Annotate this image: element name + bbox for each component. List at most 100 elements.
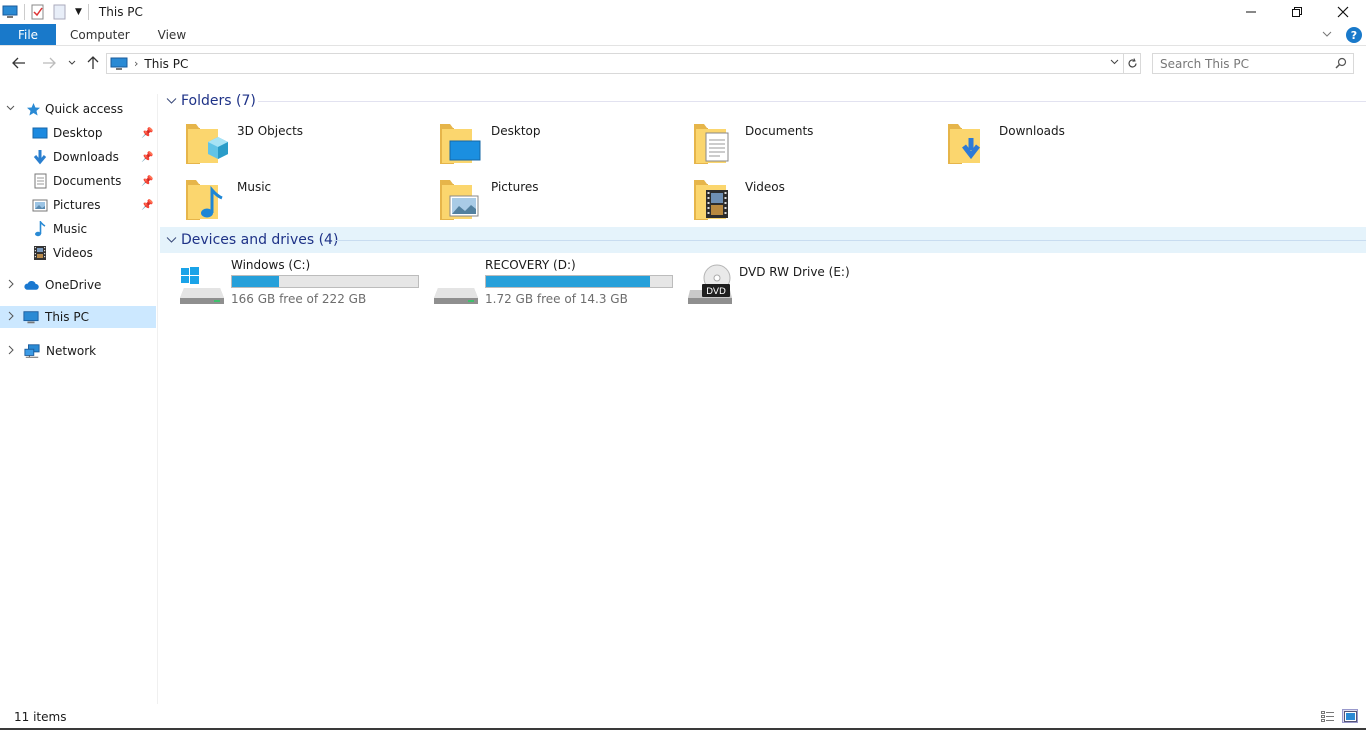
sidebar-item-network[interactable]: Network bbox=[0, 340, 156, 362]
drive-item-windows-c[interactable]: Windows (C:) 166 GB free of 222 GB bbox=[178, 258, 428, 308]
folder-item-pictures[interactable]: Pictures bbox=[438, 176, 678, 228]
drive-usage-fill bbox=[486, 276, 650, 287]
3d-objects-folder-icon bbox=[186, 124, 228, 164]
navigation-bar: › This PC bbox=[0, 48, 1366, 78]
music-folder-icon bbox=[186, 180, 223, 220]
collapsed-chevron-icon[interactable] bbox=[7, 311, 15, 324]
search-icon[interactable] bbox=[1335, 57, 1347, 72]
tab-view[interactable]: View bbox=[144, 24, 200, 45]
folder-item-music[interactable]: Music bbox=[184, 176, 424, 228]
minimize-button[interactable] bbox=[1228, 0, 1274, 24]
drive-usage-bar bbox=[485, 275, 673, 288]
quick-access-toolbar: ▼ This PC bbox=[0, 0, 143, 24]
customize-qat-dropdown-icon[interactable]: ▼ bbox=[75, 7, 82, 17]
window-title: This PC bbox=[98, 5, 143, 19]
breadcrumb-separator-icon[interactable]: › bbox=[134, 57, 138, 70]
properties-icon[interactable] bbox=[31, 4, 45, 20]
help-icon[interactable]: ? bbox=[1346, 27, 1362, 43]
sidebar-item-onedrive[interactable]: OneDrive bbox=[0, 274, 156, 296]
group-title: Devices and drives (4) bbox=[181, 232, 339, 248]
qat-separator bbox=[24, 4, 25, 20]
sidebar-item-documents[interactable]: Documents 📌 bbox=[0, 170, 156, 192]
folder-item-downloads[interactable]: Downloads bbox=[946, 120, 1186, 172]
pictures-folder-icon bbox=[440, 180, 479, 220]
group-collapse-chevron-icon[interactable] bbox=[166, 95, 177, 108]
back-button[interactable] bbox=[10, 54, 28, 72]
computer-icon bbox=[110, 57, 128, 71]
expanded-chevron-icon[interactable] bbox=[6, 103, 15, 115]
refresh-button[interactable] bbox=[1124, 53, 1141, 74]
sidebar-item-music[interactable]: Music bbox=[0, 218, 156, 240]
folder-label: Downloads bbox=[999, 124, 1065, 138]
pin-icon[interactable]: 📌 bbox=[141, 200, 153, 211]
drive-item-recovery-d[interactable]: RECOVERY (D:) 1.72 GB free of 14.3 GB bbox=[432, 258, 682, 308]
desktop-folder-icon bbox=[440, 124, 481, 164]
new-folder-icon[interactable] bbox=[53, 4, 67, 20]
sidebar-item-downloads[interactable]: Downloads 📌 bbox=[0, 146, 156, 168]
address-bar[interactable]: › This PC bbox=[106, 53, 1124, 74]
pin-icon[interactable]: 📌 bbox=[141, 176, 153, 187]
tab-computer[interactable]: Computer bbox=[56, 24, 144, 45]
hard-drive-icon bbox=[434, 288, 478, 304]
large-icons-view-icon bbox=[1343, 710, 1357, 722]
collapsed-chevron-icon[interactable] bbox=[7, 279, 15, 292]
search-box[interactable] bbox=[1152, 53, 1354, 74]
search-input[interactable] bbox=[1160, 56, 1330, 71]
document-icon bbox=[32, 173, 48, 189]
close-button[interactable] bbox=[1320, 0, 1366, 24]
computer-icon bbox=[2, 5, 18, 19]
up-arrow-icon bbox=[87, 56, 99, 69]
view-toggles bbox=[1320, 709, 1358, 723]
address-dropdown-icon[interactable] bbox=[1110, 55, 1119, 68]
refresh-icon bbox=[1127, 58, 1137, 68]
window-controls bbox=[1228, 0, 1366, 24]
cloud-icon bbox=[23, 277, 39, 293]
sidebar-item-label: Quick access bbox=[45, 102, 124, 116]
recent-locations-button[interactable] bbox=[66, 54, 78, 72]
sidebar-item-quick-access[interactable]: Quick access bbox=[0, 98, 156, 120]
folder-item-videos[interactable]: Videos bbox=[692, 176, 932, 228]
details-view-icon bbox=[1321, 710, 1334, 722]
downloads-folder-icon bbox=[948, 124, 980, 164]
tab-file[interactable]: File bbox=[0, 24, 56, 45]
folder-label: Videos bbox=[745, 180, 785, 194]
navigation-pane: Quick access Desktop 📌 Downloads 📌 Docum… bbox=[0, 94, 158, 704]
expand-ribbon-chevron-icon[interactable] bbox=[1322, 30, 1332, 41]
drive-item-dvd-rw-e[interactable]: DVD DVD RW Drive (E:) bbox=[686, 258, 936, 308]
sidebar-item-label: Pictures bbox=[53, 198, 101, 212]
chevron-down-icon bbox=[68, 60, 76, 65]
forward-button[interactable] bbox=[40, 54, 58, 72]
dvd-drive-icon: DVD bbox=[688, 264, 732, 304]
folder-item-desktop[interactable]: Desktop bbox=[438, 120, 678, 172]
pin-icon[interactable]: 📌 bbox=[141, 152, 153, 163]
sidebar-item-desktop[interactable]: Desktop 📌 bbox=[0, 122, 156, 144]
collapsed-chevron-icon[interactable] bbox=[7, 345, 15, 358]
sidebar-item-this-pc[interactable]: This PC bbox=[0, 306, 156, 328]
breadcrumb-this-pc[interactable]: This PC bbox=[144, 57, 188, 71]
sidebar-item-label: Desktop bbox=[53, 126, 103, 140]
sidebar-item-label: OneDrive bbox=[45, 278, 102, 292]
picture-icon bbox=[32, 197, 48, 213]
up-button[interactable] bbox=[84, 54, 102, 72]
music-note-icon bbox=[32, 221, 48, 237]
group-title: Folders (7) bbox=[181, 93, 256, 109]
folder-label: Pictures bbox=[491, 180, 539, 194]
file-list-pane: Folders (7) 3D Objects Desktop Documents… bbox=[160, 88, 1366, 704]
drive-label: DVD RW Drive (E:) bbox=[739, 265, 850, 279]
folder-item-3d-objects[interactable]: 3D Objects bbox=[184, 120, 424, 172]
computer-icon bbox=[23, 309, 39, 325]
restore-button[interactable] bbox=[1274, 0, 1320, 24]
pin-icon[interactable]: 📌 bbox=[141, 128, 153, 139]
group-divider bbox=[258, 100, 1366, 102]
group-collapse-chevron-icon[interactable] bbox=[166, 234, 177, 247]
folder-item-documents[interactable]: Documents bbox=[692, 120, 932, 172]
folder-label: Documents bbox=[745, 124, 814, 138]
sidebar-item-pictures[interactable]: Pictures 📌 bbox=[0, 194, 156, 216]
large-icons-view-button[interactable] bbox=[1342, 709, 1358, 723]
group-header-folders[interactable]: Folders (7) bbox=[160, 88, 1366, 114]
group-header-devices-and-drives[interactable]: Devices and drives (4) bbox=[160, 227, 1366, 253]
folder-label: 3D Objects bbox=[237, 124, 304, 138]
desktop-icon bbox=[32, 125, 48, 141]
sidebar-item-videos[interactable]: Videos bbox=[0, 242, 156, 264]
details-view-button[interactable] bbox=[1320, 709, 1336, 723]
